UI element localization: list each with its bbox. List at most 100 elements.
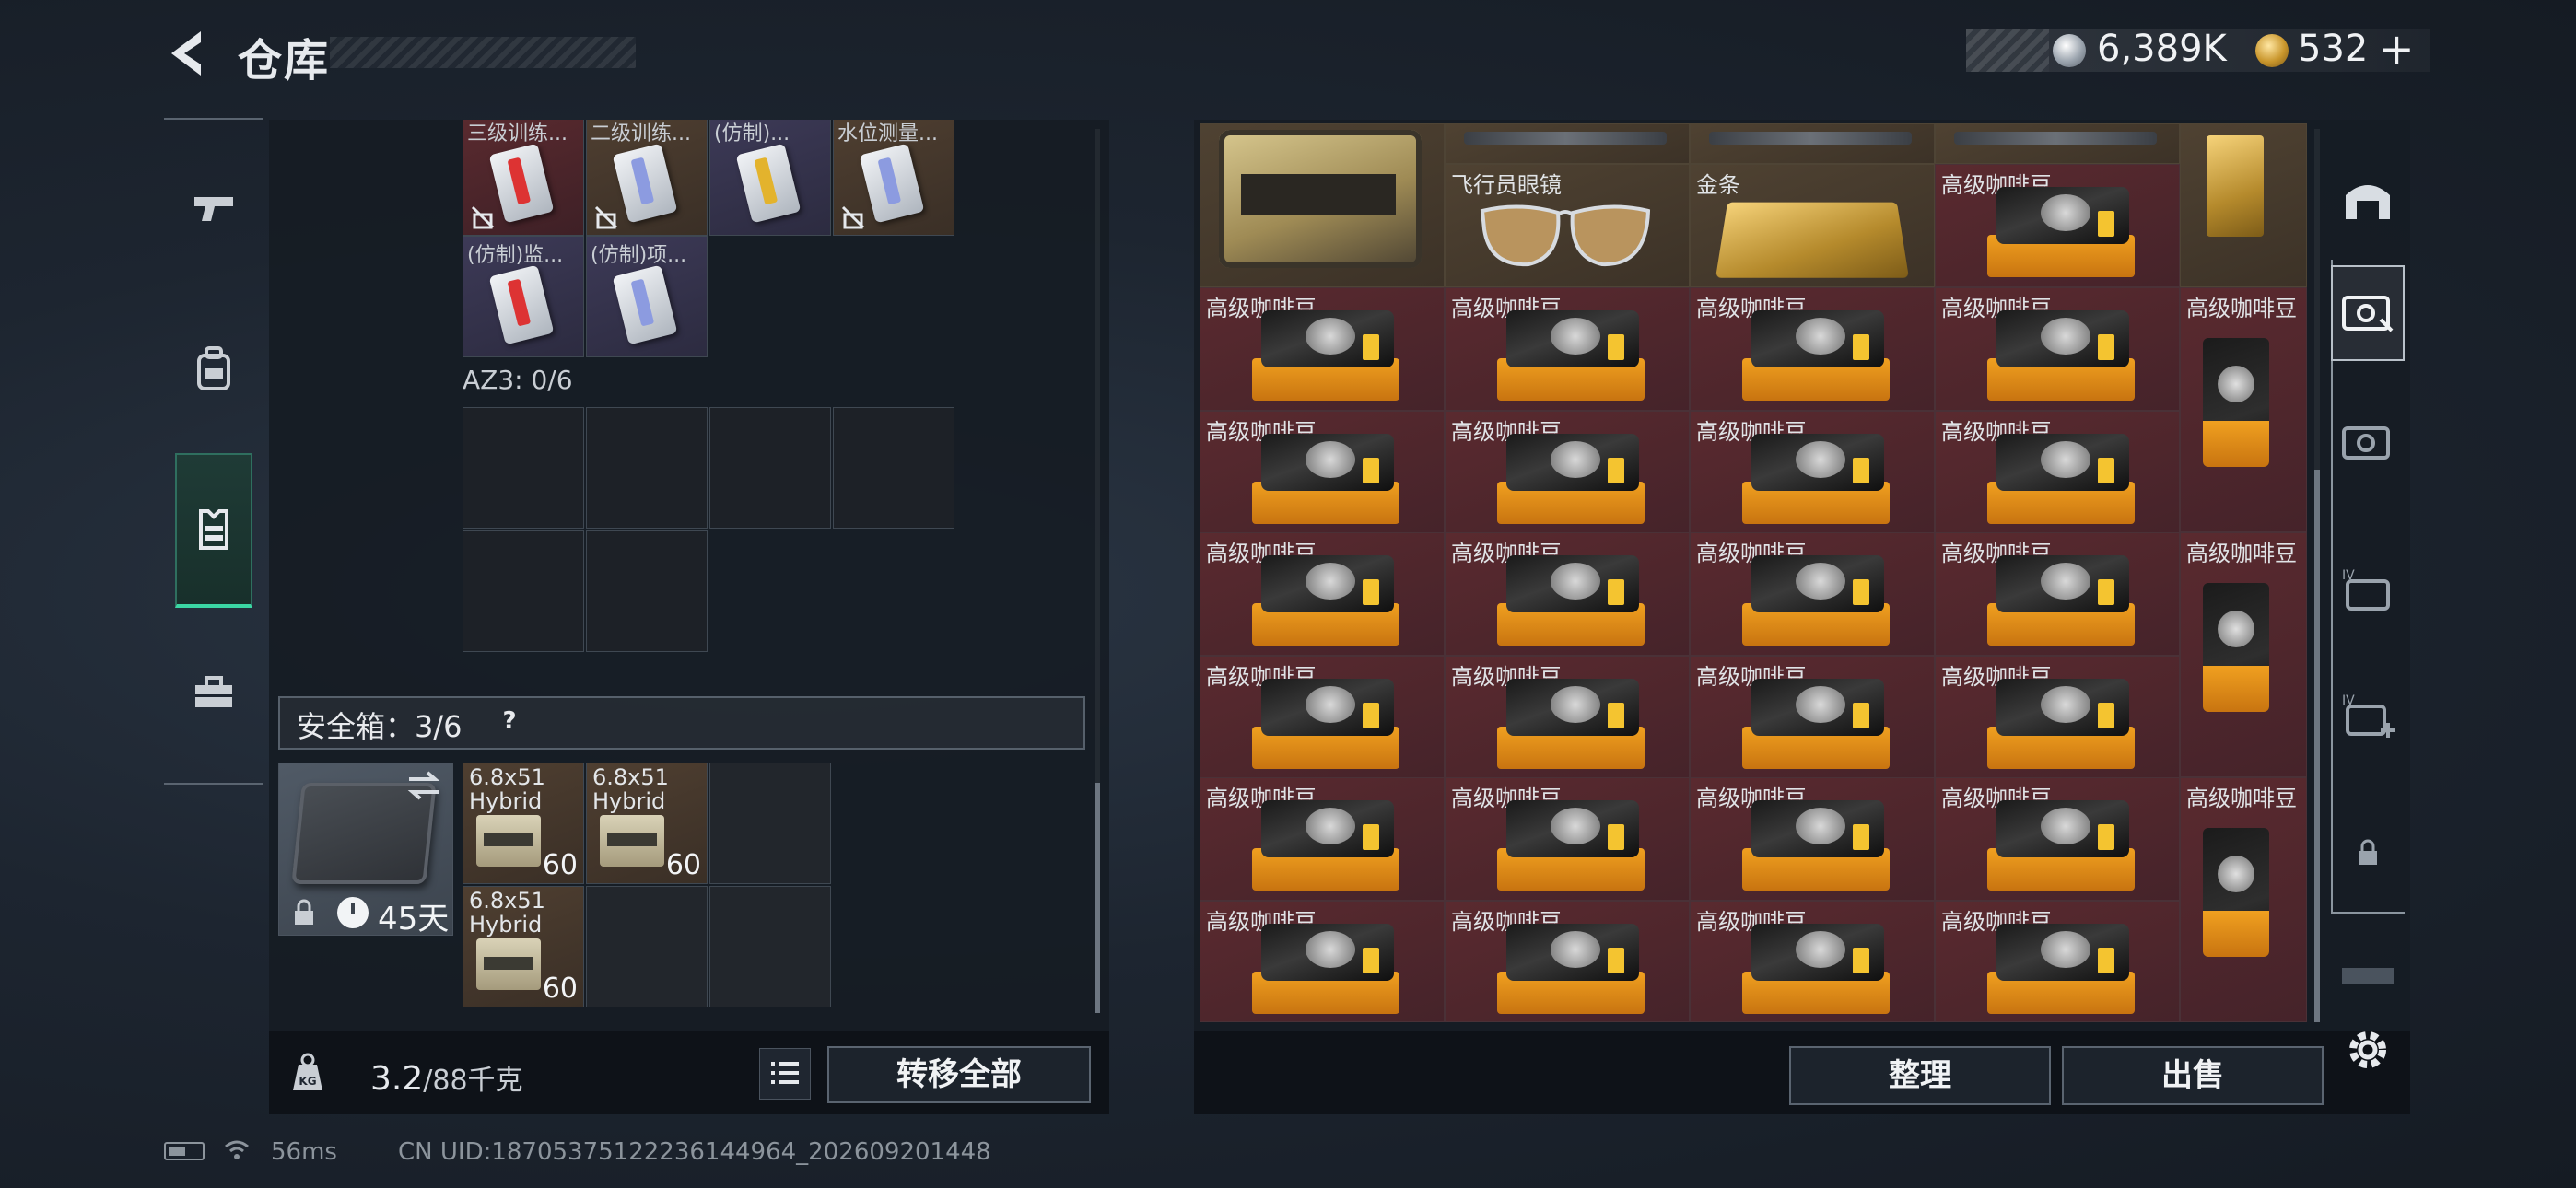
- weight-icon: KG: [289, 1052, 326, 1094]
- coffee-beans-image: [1987, 916, 2135, 1018]
- storage-item[interactable]: 高级咖啡豆: [1445, 287, 1690, 411]
- ammo-name: 6.8x51 Hybrid: [469, 889, 545, 937]
- storage-item[interactable]: 高级咖啡豆: [1935, 901, 2180, 1022]
- storage-item[interactable]: 高级咖啡豆: [1200, 777, 1445, 901]
- storage-item[interactable]: 高级咖啡豆: [1690, 901, 1935, 1022]
- item-label: 二级训练...: [591, 117, 705, 146]
- storage-item[interactable]: 高级咖啡豆: [2180, 532, 2307, 777]
- keycard-image: [736, 144, 802, 224]
- storage-item[interactable]: 高级咖啡豆: [1200, 287, 1445, 411]
- storage-item[interactable]: 高级咖啡豆: [1935, 777, 2180, 901]
- add-gold-button[interactable]: +: [2379, 24, 2415, 74]
- left-scroll-thumb[interactable]: [1095, 783, 1100, 1013]
- coffee-bag-image: [2203, 828, 2269, 957]
- storage-item[interactable]: 金条: [1690, 164, 1935, 287]
- item-label: 水位测量...: [837, 117, 952, 146]
- storage-item[interactable]: 高级咖啡豆: [1200, 411, 1445, 534]
- grid-item[interactable]: 三级训练...: [463, 114, 584, 236]
- item-label: (仿制)...: [714, 117, 828, 146]
- nav-toolbox[interactable]: [175, 637, 252, 748]
- back-button[interactable]: [164, 28, 210, 79]
- swap-icon[interactable]: [405, 770, 442, 801]
- keycard-image: [489, 144, 555, 224]
- grid-item[interactable]: (仿制)监...: [463, 236, 584, 357]
- storage-item[interactable]: [1200, 123, 1445, 287]
- storage-item[interactable]: 高级咖啡豆: [2180, 777, 2307, 1022]
- empty-slot[interactable]: [463, 530, 584, 652]
- storage-item[interactable]: 高级咖啡豆: [1935, 164, 2180, 287]
- gear-icon: [2343, 1025, 2393, 1075]
- title-decor: [330, 37, 636, 68]
- storage-item[interactable]: 高级咖啡豆: [2180, 287, 2307, 532]
- list-view-button[interactable]: [759, 1048, 811, 1100]
- rail-case-2[interactable]: [2331, 394, 2405, 490]
- storage-item[interactable]: 高级咖啡豆: [1445, 656, 1690, 779]
- rail-case-4[interactable]: IV: [2331, 669, 2405, 764]
- storage-item[interactable]: 高级咖啡豆: [1935, 411, 2180, 534]
- rail-case-1[interactable]: [2331, 265, 2405, 361]
- empty-slot[interactable]: [709, 886, 831, 1007]
- storage-item[interactable]: 高级咖啡豆: [1200, 901, 1445, 1022]
- empty-slot[interactable]: [586, 407, 708, 529]
- grid-item[interactable]: 二级训练...: [586, 114, 708, 236]
- storage-item[interactable]: 高级咖啡豆: [1445, 411, 1690, 534]
- storage-item[interactable]: [2180, 123, 2307, 287]
- item-label: (仿制)监...: [467, 239, 581, 268]
- storage-item[interactable]: 高级咖啡豆: [1690, 287, 1935, 411]
- storage-item[interactable]: 高级咖啡豆: [1200, 532, 1445, 656]
- ammo-item[interactable]: 6.8x51 Hybrid 60: [463, 886, 584, 1007]
- storage-item[interactable]: 高级咖啡豆: [1935, 656, 2180, 779]
- back-arrow-icon: [164, 28, 210, 79]
- storage-item[interactable]: 高级咖啡豆: [1445, 777, 1690, 901]
- transfer-all-button[interactable]: 转移全部: [827, 1046, 1091, 1103]
- empty-slot[interactable]: [586, 886, 708, 1007]
- case-iv-icon: IV: [2338, 566, 2397, 616]
- empty-slot[interactable]: [463, 407, 584, 529]
- storage-item[interactable]: 高级咖啡豆: [1445, 901, 1690, 1022]
- sell-button[interactable]: 出售: [2062, 1046, 2324, 1105]
- ammo-count: 60: [543, 849, 578, 881]
- storage-item[interactable]: [1690, 123, 1935, 164]
- storage-item[interactable]: 高级咖啡豆: [1690, 532, 1935, 656]
- storage-item[interactable]: 飞行员眼镜: [1445, 164, 1690, 287]
- grid-item[interactable]: (仿制)项...: [586, 236, 708, 357]
- help-icon[interactable]: ?: [494, 705, 525, 737]
- storage-item[interactable]: 高级咖啡豆: [1935, 287, 2180, 411]
- coffee-beans-image: [1252, 671, 1399, 773]
- coffee-beans-image: [1252, 426, 1399, 528]
- storage-item[interactable]: 高级咖啡豆: [1690, 777, 1935, 901]
- grid-item[interactable]: (仿制)...: [709, 114, 831, 236]
- item-label: (仿制)项...: [591, 239, 705, 268]
- wifi-icon: [223, 1138, 251, 1162]
- storage-item[interactable]: 高级咖啡豆: [1200, 656, 1445, 779]
- storage-item[interactable]: 高级咖啡豆: [1690, 411, 1935, 534]
- empty-slot[interactable]: [709, 407, 831, 529]
- empty-slot[interactable]: [833, 407, 954, 529]
- grid-item[interactable]: 水位测量...: [833, 114, 954, 236]
- ammo-item[interactable]: 6.8x51 Hybrid 60: [463, 763, 584, 884]
- empty-slot[interactable]: [586, 530, 708, 652]
- settings-button[interactable]: [2331, 1004, 2405, 1096]
- lock-icon: [2356, 839, 2380, 867]
- storage-item[interactable]: 高级咖啡豆: [1690, 656, 1935, 779]
- right-scroll-thumb[interactable]: [2314, 470, 2320, 1022]
- storage-item[interactable]: 高级咖啡豆: [1445, 532, 1690, 656]
- coffee-beans-image: [1252, 303, 1399, 404]
- keycard-image: [489, 265, 555, 345]
- ammo-item[interactable]: 6.8x51 Hybrid 60: [586, 763, 708, 884]
- storage-item[interactable]: [1935, 123, 2180, 164]
- storage-item[interactable]: [1445, 123, 1690, 164]
- nav-weapons[interactable]: [175, 153, 252, 263]
- coffee-beans-image: [1742, 671, 1890, 773]
- nav-vest[interactable]: [175, 453, 252, 608]
- coffee-beans-image: [1252, 548, 1399, 649]
- coffee-beans-image: [1497, 303, 1645, 404]
- nav-backpack[interactable]: [175, 313, 252, 424]
- rail-building[interactable]: [2331, 151, 2405, 247]
- rail-locked-slot[interactable]: [2331, 805, 2405, 901]
- keycard-image: [613, 144, 678, 224]
- rail-case-3[interactable]: IV: [2331, 543, 2405, 639]
- sort-button[interactable]: 整理: [1789, 1046, 2051, 1105]
- storage-item[interactable]: 高级咖啡豆: [1935, 532, 2180, 656]
- empty-slot[interactable]: [709, 763, 831, 884]
